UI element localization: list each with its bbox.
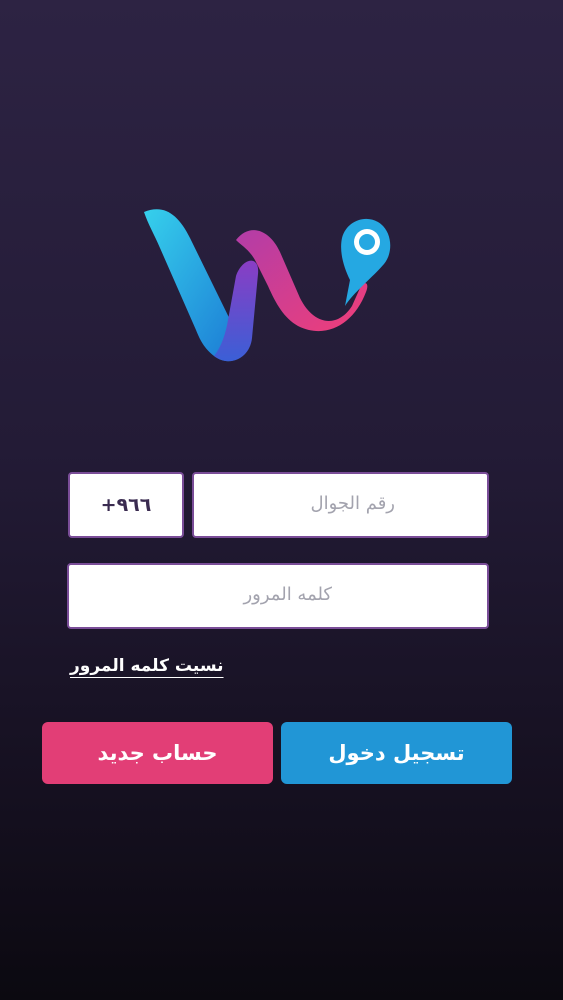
phone-input[interactable] (194, 474, 487, 536)
phone-field[interactable] (192, 472, 489, 538)
register-button[interactable]: حساب جديد (42, 722, 273, 784)
register-button-label: حساب جديد (97, 741, 218, 765)
password-input[interactable] (69, 565, 487, 627)
login-button-label: تسجيل دخول (328, 741, 465, 765)
forgot-password-link[interactable]: نسيت كلمه المرور (70, 656, 256, 676)
login-screen: +٩٦٦ نسيت كلمه المرور حساب جديد تسجيل دخ… (0, 0, 563, 1000)
app-logo-icon (144, 209, 391, 362)
country-code: +٩٦٦ (100, 494, 152, 516)
country-code-field[interactable]: +٩٦٦ (68, 472, 184, 538)
password-field[interactable] (67, 563, 489, 629)
login-button[interactable]: تسجيل دخول (281, 722, 512, 784)
